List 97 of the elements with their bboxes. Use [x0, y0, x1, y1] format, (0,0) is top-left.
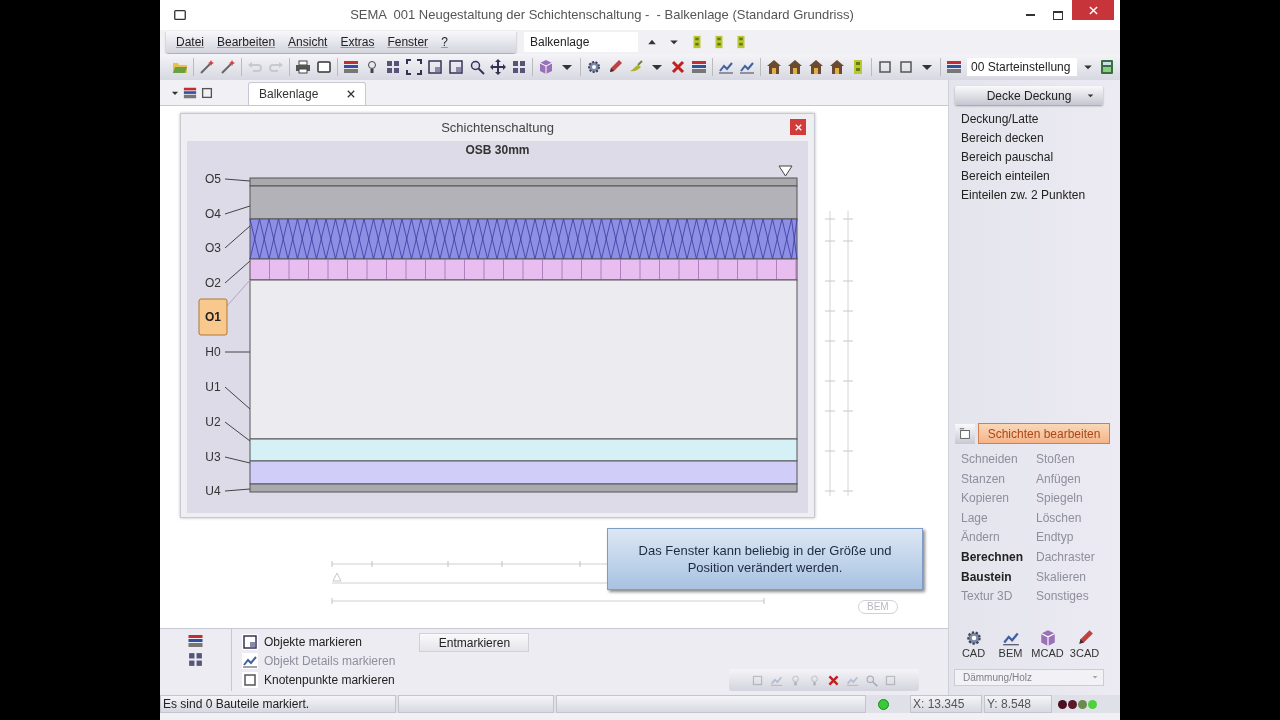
leader-line — [224, 421, 251, 442]
mode-button[interactable]: BEM — [996, 628, 1025, 660]
layers-icon[interactable] — [187, 633, 204, 649]
status-message: Es sind 0 Bauteile markiert. — [160, 695, 396, 713]
layer-label[interactable]: O2 — [205, 276, 221, 290]
printer-icon[interactable] — [295, 59, 311, 75]
house-icon[interactable] — [787, 59, 803, 75]
frame-icon[interactable] — [448, 59, 464, 75]
grid-icon[interactable] — [511, 59, 527, 75]
command-item[interactable]: Baustein — [961, 567, 1036, 588]
leader-line — [226, 279, 251, 307]
frame-icon[interactable] — [242, 633, 258, 650]
option-label[interactable]: Knotenpunkte markieren — [264, 670, 395, 689]
layer-label[interactable]: U3 — [205, 450, 221, 464]
grid-icon[interactable] — [385, 59, 401, 75]
box-icon[interactable] — [242, 671, 258, 688]
box-icon[interactable] — [898, 59, 914, 75]
menu-item[interactable]: Deckung/Latte — [961, 110, 1110, 129]
layer-label[interactable]: U1 — [205, 380, 221, 394]
layers-icon[interactable] — [343, 59, 359, 75]
layer-label[interactable]: H0 — [205, 345, 221, 359]
menu-item[interactable]: Ansicht — [282, 33, 334, 51]
layers-icon[interactable] — [183, 85, 197, 100]
menu-item[interactable]: Fenster — [381, 33, 435, 51]
menu-item[interactable]: Extras — [334, 33, 381, 51]
menu-item[interactable]: Bearbeiten — [211, 33, 282, 51]
document-tab[interactable]: Balkenlage — [248, 82, 366, 105]
dialog-title: Schichtenschaltung — [441, 118, 554, 137]
preset-select[interactable]: 00 Starteinstellung — [967, 58, 1077, 76]
layer-band[interactable] — [249, 258, 798, 281]
box-icon[interactable] — [200, 85, 214, 100]
status-light-icon — [877, 698, 889, 710]
window-icon[interactable] — [316, 59, 332, 75]
house-icon[interactable] — [808, 59, 824, 75]
wand-icon[interactable] — [220, 59, 236, 75]
window-title: SEMA 001 Neugestaltung der Schichtenschaltung - - Balkenlage (Standard Grundriss) — [349, 6, 855, 25]
leader-line — [224, 351, 251, 353]
x-coordinate: X: 13.345 — [910, 695, 982, 713]
layer-band[interactable] — [249, 185, 798, 220]
corners-icon[interactable] — [406, 59, 422, 75]
layers-icon[interactable] — [946, 59, 962, 75]
frame-icon[interactable] — [427, 59, 443, 75]
leader-line — [224, 386, 251, 410]
menu-item[interactable]: Bereich decken — [961, 129, 1110, 148]
command-item[interactable]: Berechnen — [961, 547, 1036, 568]
menu-item[interactable]: Bereich pauschal — [961, 148, 1110, 167]
menu-item[interactable]: Einteilen zw. 2 Punkten — [961, 186, 1110, 205]
option-label[interactable]: Objekte markieren — [264, 632, 363, 651]
layer-label[interactable]: U4 — [205, 484, 221, 498]
window-icon — [172, 8, 188, 22]
menu-item[interactable]: ? — [435, 33, 454, 51]
grid-icon[interactable] — [187, 651, 204, 668]
calculator-icon[interactable] — [1099, 59, 1115, 75]
wand-icon[interactable] — [199, 59, 215, 75]
layer-band[interactable] — [249, 218, 798, 260]
close-icon[interactable] — [347, 90, 355, 98]
unmark-button[interactable]: Entmarkieren — [419, 633, 530, 652]
search-icon[interactable] — [469, 59, 485, 75]
leader-line — [224, 260, 251, 284]
leader-line — [224, 205, 251, 215]
leader-line — [224, 225, 251, 249]
category-dropdown[interactable]: Decke Deckung — [955, 86, 1103, 105]
triangle-marker-icon[interactable] — [778, 165, 793, 177]
layer-label[interactable]: O1 — [198, 298, 228, 336]
layer-label[interactable]: O4 — [205, 207, 221, 221]
layer-label[interactable]: O3 — [205, 241, 221, 255]
view-select[interactable]: Balkenlage — [524, 32, 638, 52]
edit-layers-button[interactable]: Schichten bearbeiten — [978, 423, 1110, 444]
house-icon[interactable] — [829, 59, 845, 75]
mode-button[interactable]: CAD — [959, 628, 988, 660]
y-coordinate: Y: 8.548 — [984, 695, 1052, 713]
move-icon[interactable] — [490, 59, 506, 75]
layer-label[interactable]: U2 — [205, 415, 221, 429]
cross-icon[interactable] — [670, 59, 686, 75]
leader-line — [224, 456, 251, 464]
box-icon[interactable] — [877, 59, 893, 75]
house-icon[interactable] — [766, 59, 782, 75]
caret-icon — [1086, 91, 1095, 100]
mode-button[interactable]: MCAD — [1033, 628, 1062, 660]
leader-line — [224, 178, 251, 182]
menu-item[interactable]: Bereich einteilen — [961, 167, 1110, 186]
edit-layers-icon[interactable] — [955, 423, 975, 444]
cube-icon[interactable] — [538, 59, 554, 75]
chart-icon[interactable] — [242, 652, 258, 669]
layer-band[interactable] — [249, 438, 798, 462]
layer-label[interactable]: O5 — [205, 172, 221, 186]
close-button[interactable] — [790, 119, 806, 135]
pencil-icon[interactable] — [607, 59, 623, 75]
cross-icon[interactable] — [827, 673, 841, 687]
mode-button[interactable]: 3CAD — [1070, 628, 1099, 660]
leader-line — [224, 488, 251, 492]
gear-icon[interactable] — [586, 59, 602, 75]
menu-item[interactable]: Datei — [170, 33, 210, 51]
section-heading: OSB 30mm — [464, 142, 531, 159]
layers-icon[interactable] — [691, 59, 707, 75]
layer-band[interactable] — [249, 460, 798, 485]
tooltip: Das Fenster kann beliebig in der Größe und Position verändert werden. — [607, 528, 923, 590]
